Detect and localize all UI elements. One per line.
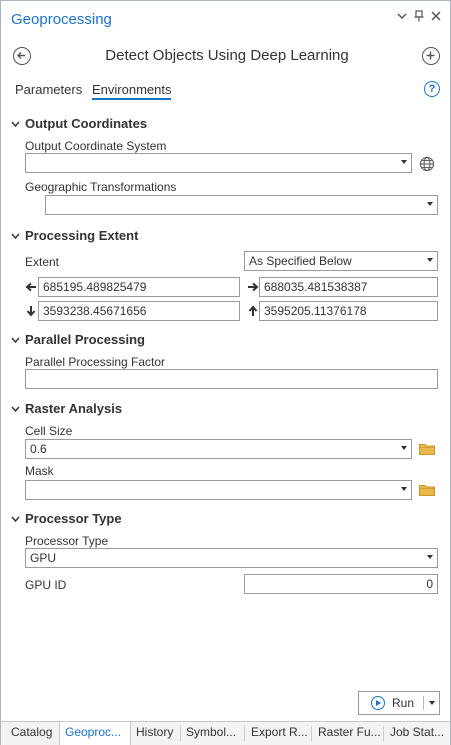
divider [311,726,312,741]
section-raster-analysis[interactable]: Raster Analysis [11,401,122,416]
dropdown-arrow-icon[interactable] [395,10,409,24]
up-arrow-icon [247,305,259,317]
tab-history[interactable]: History [136,725,173,739]
play-icon [371,696,385,710]
dropdown-arrow-icon[interactable] [429,701,435,705]
extent-top-field[interactable]: 3595205.11376178 [259,301,438,321]
section-title: Processing Extent [25,228,139,243]
globe-icon[interactable] [419,156,435,172]
mask-label: Mask [25,464,54,478]
chevron-down-icon [11,231,21,241]
tab-raster-functions[interactable]: Raster Fu... [318,725,381,739]
pin-icon[interactable] [412,10,426,25]
field-value: 0 [426,577,433,591]
run-label: Run [392,696,415,710]
bottom-tab-bar: Catalog Geoproc... History Symbol... Exp… [1,721,450,745]
dropdown-arrow-icon [401,160,407,164]
dropdown-arrow-icon [427,258,433,262]
chevron-down-icon [11,404,21,414]
geoprocessing-pane: Geoprocessing Detect Objects Using Deep … [0,0,451,745]
select-value: As Specified Below [249,254,352,268]
section-title: Raster Analysis [25,401,123,416]
dropdown-arrow-icon [401,487,407,491]
parallel-processing-factor-field[interactable] [25,369,438,389]
dropdown-arrow-icon [401,446,407,450]
select-value: 0.6 [30,442,47,456]
extent-label: Extent [25,255,60,269]
section-parallel-processing[interactable]: Parallel Processing [11,332,145,347]
tab-export-raster[interactable]: Export R... [251,725,308,739]
extent-right-field[interactable]: 688035.481538387 [259,277,438,297]
section-processing-extent[interactable]: Processing Extent [11,228,138,243]
geographic-transformations-select[interactable] [45,195,438,215]
left-arrow-icon [25,281,37,293]
extent-select[interactable]: As Specified Below [244,251,438,271]
chevron-down-icon [11,335,21,345]
section-output-coordinates[interactable]: Output Coordinates [11,116,147,131]
cell-size-select[interactable]: 0.6 [25,439,412,459]
processor-type-select[interactable]: GPU [25,548,438,568]
mask-select[interactable] [25,480,412,500]
right-arrow-icon [247,281,259,293]
chevron-down-icon [11,119,21,129]
divider [244,726,245,741]
extent-bottom-field[interactable]: 3593238.45671656 [38,301,240,321]
tab-job-status[interactable]: Job Stat... [390,725,444,739]
cell-size-label: Cell Size [25,424,73,438]
back-arrow-icon[interactable] [13,47,31,65]
tab-parameters[interactable]: Parameters [15,82,82,97]
divider [383,726,384,741]
section-processor-type[interactable]: Processor Type [11,511,122,526]
parallel-processing-factor-label: Parallel Processing Factor [25,355,166,369]
section-title: Output Coordinates [25,116,148,131]
tab-symbology[interactable]: Symbol... [186,725,236,739]
field-value: 685195.489825479 [43,280,147,294]
close-icon[interactable] [429,10,443,24]
pane-title: Geoprocessing [11,11,112,28]
select-value: GPU [30,551,57,565]
folder-icon[interactable] [419,484,435,496]
output-coordinate-system-select[interactable] [25,153,412,173]
folder-icon[interactable] [419,443,435,455]
dropdown-arrow-icon [427,202,433,206]
divider [180,726,181,741]
tab-environments[interactable]: Environments [92,82,172,100]
field-value: 688035.481538387 [264,280,368,294]
extent-left-field[interactable]: 685195.489825479 [38,277,240,297]
title-bar: Geoprocessing [1,1,450,35]
field-value: 3595205.11376178 [264,304,367,318]
tab-catalog[interactable]: Catalog [11,725,52,739]
down-arrow-icon [25,305,37,317]
geographic-transformations-label: Geographic Transformations [25,180,177,194]
processor-type-label: Processor Type [25,534,109,548]
dropdown-arrow-icon [427,555,433,559]
chevron-down-icon [11,514,21,524]
divider [423,696,424,710]
section-title: Parallel Processing [25,332,145,347]
gpu-id-label: GPU ID [25,578,67,592]
add-icon[interactable] [422,47,440,65]
gpu-id-field[interactable]: 0 [244,574,438,594]
section-title: Processor Type [25,511,122,526]
tab-geoprocessing[interactable]: Geoproc... [65,725,121,739]
field-value: 3593238.45671656 [43,304,147,318]
help-icon[interactable]: ? [424,81,440,97]
run-button[interactable]: Run [358,691,440,715]
tool-title: Detect Objects Using Deep Learning [105,47,349,64]
output-coordinate-system-label: Output Coordinate System [25,139,167,153]
